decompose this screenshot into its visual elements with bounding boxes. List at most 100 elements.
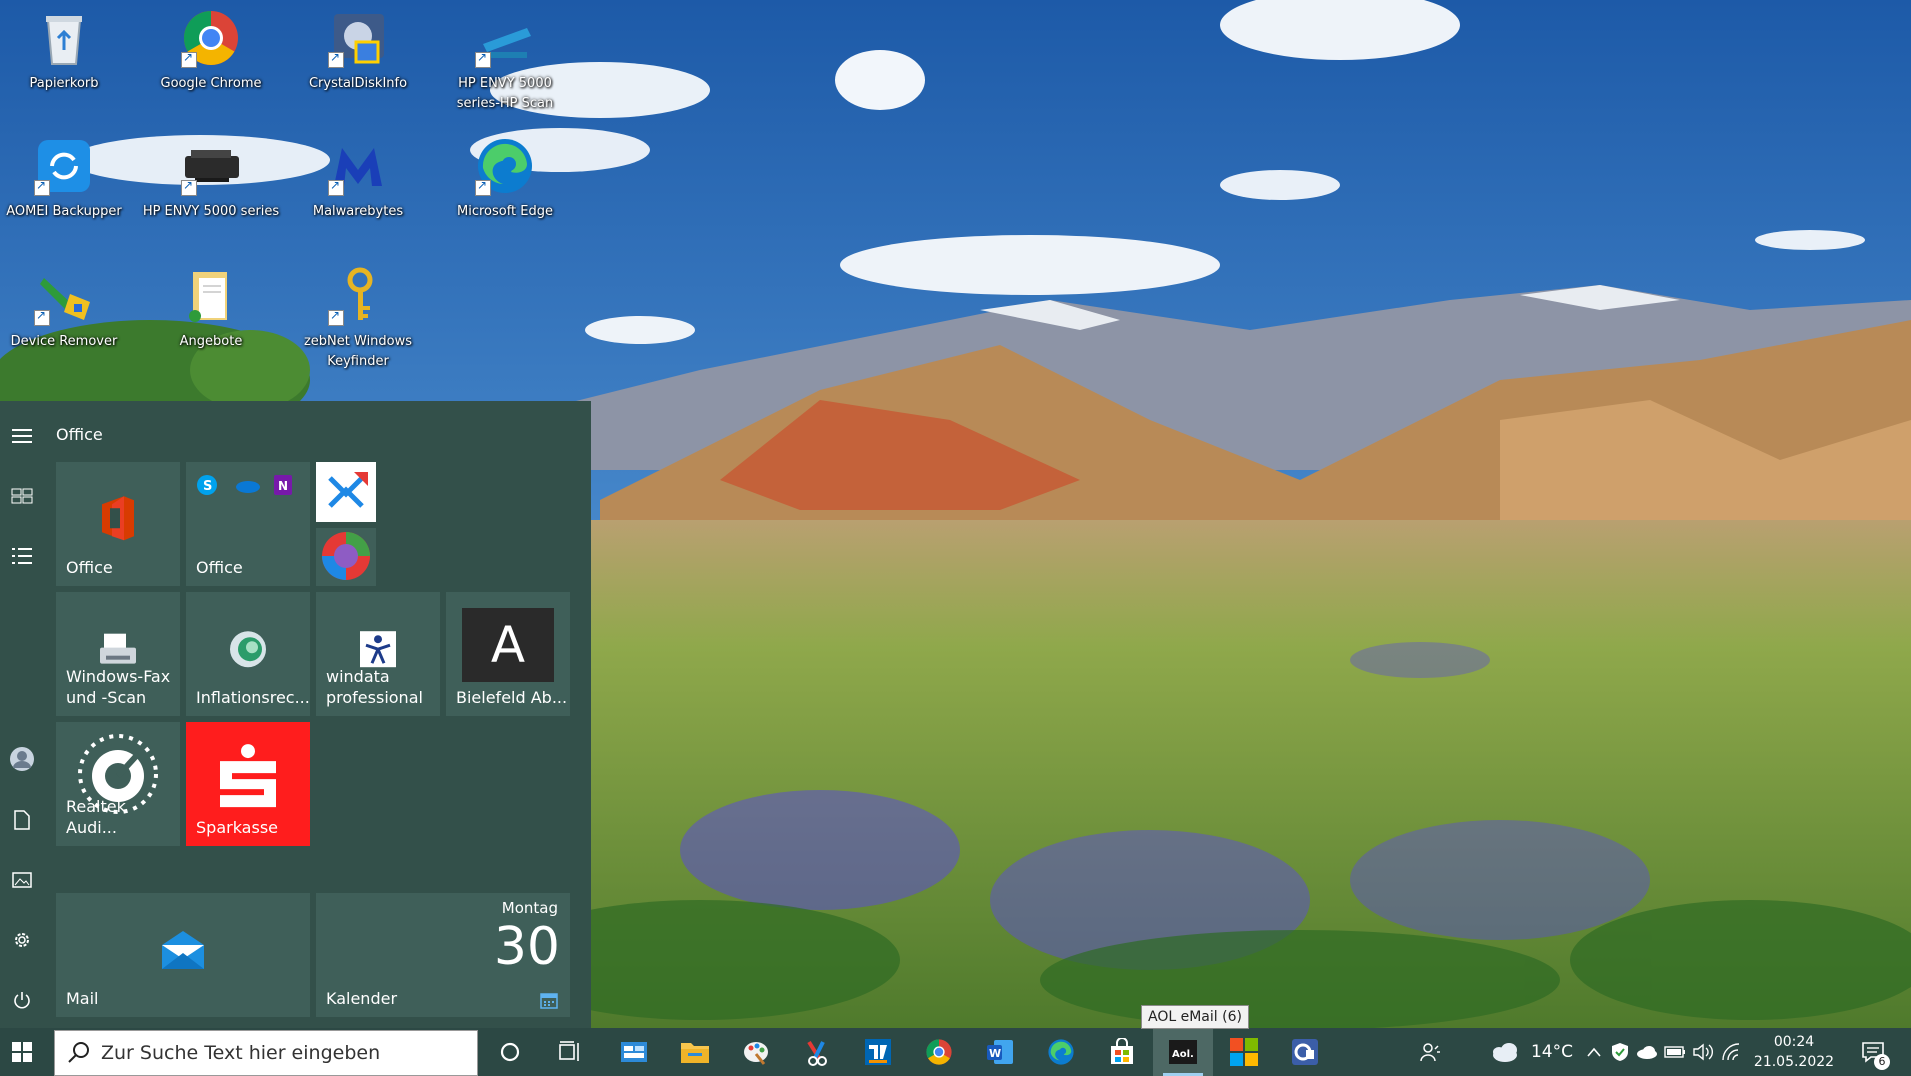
task-view-icon: [559, 1041, 579, 1061]
hamburger-menu-button[interactable]: [0, 414, 44, 458]
tile-inflationsrechner[interactable]: Inflationsrec...: [186, 592, 310, 716]
weather-widget[interactable]: 14°C: [1482, 1028, 1582, 1076]
tile-bielefeld[interactable]: A Bielefeld Ab...: [446, 592, 570, 716]
power-button[interactable]: [0, 978, 44, 1022]
svg-text:N: N: [278, 479, 288, 493]
bielefeld-letter-icon: A: [462, 608, 554, 682]
tiles-view-icon: [11, 488, 33, 504]
desktop-icon-microsoft-edge[interactable]: Microsoft Edge: [435, 136, 575, 222]
tile-group-title: Office: [56, 425, 103, 444]
snipping-tool-icon: [807, 1040, 827, 1066]
tile-office[interactable]: Office: [56, 462, 180, 586]
desktop-icon-google-chrome[interactable]: Google Chrome: [141, 8, 281, 94]
network-tray-button[interactable]: [1718, 1028, 1744, 1076]
pdf-app-icon: [328, 472, 368, 508]
tile-mail[interactable]: Mail: [56, 893, 310, 1017]
paint-palette-icon: [744, 1042, 768, 1065]
gear-icon: [15, 933, 29, 947]
people-button[interactable]: [1410, 1028, 1450, 1076]
tiles-view-button[interactable]: [0, 474, 44, 518]
onedrive-tray-button[interactable]: [1634, 1028, 1660, 1076]
taskbar-app-word[interactable]: W: [970, 1028, 1030, 1076]
taskbar-app-store[interactable]: [1092, 1028, 1152, 1076]
battery-tray-button[interactable]: [1662, 1028, 1688, 1076]
taskbar-app-aol-mail[interactable]: Aol.: [1153, 1028, 1213, 1076]
tile-pdf-app[interactable]: [316, 462, 376, 522]
calendar-weekday: Montag: [501, 899, 558, 917]
desktop-icon-keyfinder[interactable]: zebNet Windows Keyfinder: [288, 266, 428, 372]
crystaldiskinfo-icon: [328, 8, 388, 68]
svg-text:S: S: [203, 479, 212, 494]
start-button[interactable]: [0, 1028, 44, 1076]
desktop-icon-device-remover[interactable]: Device Remover: [0, 266, 134, 352]
tile-windows-fax-scan[interactable]: Windows-Fax und -Scan: [56, 592, 180, 716]
device-remover-icon: [34, 266, 94, 326]
tile-realtek-audio[interactable]: Realtek Audi...: [56, 722, 180, 846]
taskbar-search[interactable]: [54, 1030, 478, 1076]
taskbar-app-edge[interactable]: [1031, 1028, 1091, 1076]
taskbar-app-volksbank[interactable]: [848, 1028, 908, 1076]
taskbar-app-cleaner[interactable]: [1275, 1028, 1335, 1076]
tile-windata-professional[interactable]: windata professional: [316, 592, 440, 716]
desktop-icon-aomei-backupper[interactable]: AOMEI Backupper: [0, 136, 134, 222]
fax-icon: [100, 633, 136, 664]
wifi-icon: [1722, 1043, 1740, 1061]
onedrive-cloud-icon: [1637, 1046, 1657, 1059]
taskbar-app-file-explorer[interactable]: [665, 1028, 725, 1076]
chrome-icon: [181, 8, 241, 68]
taskbar-app-windows-tiles[interactable]: [1214, 1028, 1274, 1076]
settings-button[interactable]: [0, 918, 44, 962]
inflation-globe-icon: [230, 631, 266, 668]
desktop-icon-angebote[interactable]: Angebote: [141, 266, 281, 352]
tile-kalender[interactable]: Montag 30 Kalender: [316, 893, 570, 1017]
store-bag-icon: [1111, 1038, 1133, 1064]
hamburger-icon: [12, 429, 32, 443]
power-icon: [14, 992, 30, 1009]
svg-text:W: W: [989, 1047, 1001, 1060]
notification-count-badge: 6: [1874, 1054, 1890, 1070]
taskbar-app-chrome[interactable]: [909, 1028, 969, 1076]
avatar: [10, 747, 34, 771]
calendar-icon: [540, 993, 558, 1009]
folder-document-icon: [181, 266, 241, 326]
desktop-icon-crystaldiskinfo[interactable]: CrystalDiskInfo: [288, 8, 428, 94]
clock-time: 00:24: [1773, 1034, 1815, 1050]
edge-icon: [1048, 1039, 1074, 1065]
volksbank-icon: [865, 1039, 891, 1065]
printer-icon: [181, 136, 241, 196]
pictures-icon: [12, 872, 32, 888]
desktop-icon-recycle-bin[interactable]: Papierkorb: [0, 8, 134, 94]
taskbar-app-control-panel[interactable]: [604, 1028, 664, 1076]
scanner-icon: [475, 8, 535, 68]
desktop-icon-hp-scan[interactable]: HP ENVY 5000 series-HP Scan: [435, 8, 575, 114]
shield-icon: [1612, 1043, 1628, 1061]
windows-logo-icon: [12, 1042, 32, 1062]
svg-text:Aol.: Aol.: [1172, 1049, 1194, 1060]
security-tray-button[interactable]: [1608, 1028, 1632, 1076]
taskbar-app-snipping[interactable]: [787, 1028, 847, 1076]
show-hidden-icons-button[interactable]: [1582, 1028, 1606, 1076]
tile-sparkasse[interactable]: Sparkasse: [186, 722, 310, 846]
task-view-button[interactable]: [540, 1028, 600, 1076]
volume-tray-button[interactable]: [1690, 1028, 1716, 1076]
pictures-button[interactable]: [0, 858, 44, 902]
desktop-icon-malwarebytes[interactable]: Malwarebytes: [288, 136, 428, 222]
desktop-icon-hp-envy-printer[interactable]: HP ENVY 5000 series: [141, 136, 281, 222]
microsoft-logo-icon: [1230, 1038, 1258, 1066]
list-icon: [12, 548, 32, 564]
cloud-icon: [1492, 1043, 1517, 1062]
taskbar-clock[interactable]: 00:24 21.05.2022: [1752, 1032, 1836, 1072]
mail-envelope-icon: [162, 930, 204, 969]
colorful-circle-icon: [322, 532, 370, 580]
weather-temperature: 14°C: [1530, 1042, 1573, 1062]
search-input[interactable]: [101, 1039, 461, 1067]
documents-button[interactable]: [0, 798, 44, 842]
action-center-button[interactable]: 6: [1850, 1028, 1896, 1076]
tile-colorful-app[interactable]: [316, 528, 376, 586]
edge-icon: [475, 136, 535, 196]
user-account-button[interactable]: [0, 737, 44, 781]
taskbar-app-paint[interactable]: [726, 1028, 786, 1076]
cortana-button[interactable]: [480, 1028, 540, 1076]
tile-office-apps-folder[interactable]: SN Office: [186, 462, 310, 586]
all-apps-button[interactable]: [0, 534, 44, 578]
